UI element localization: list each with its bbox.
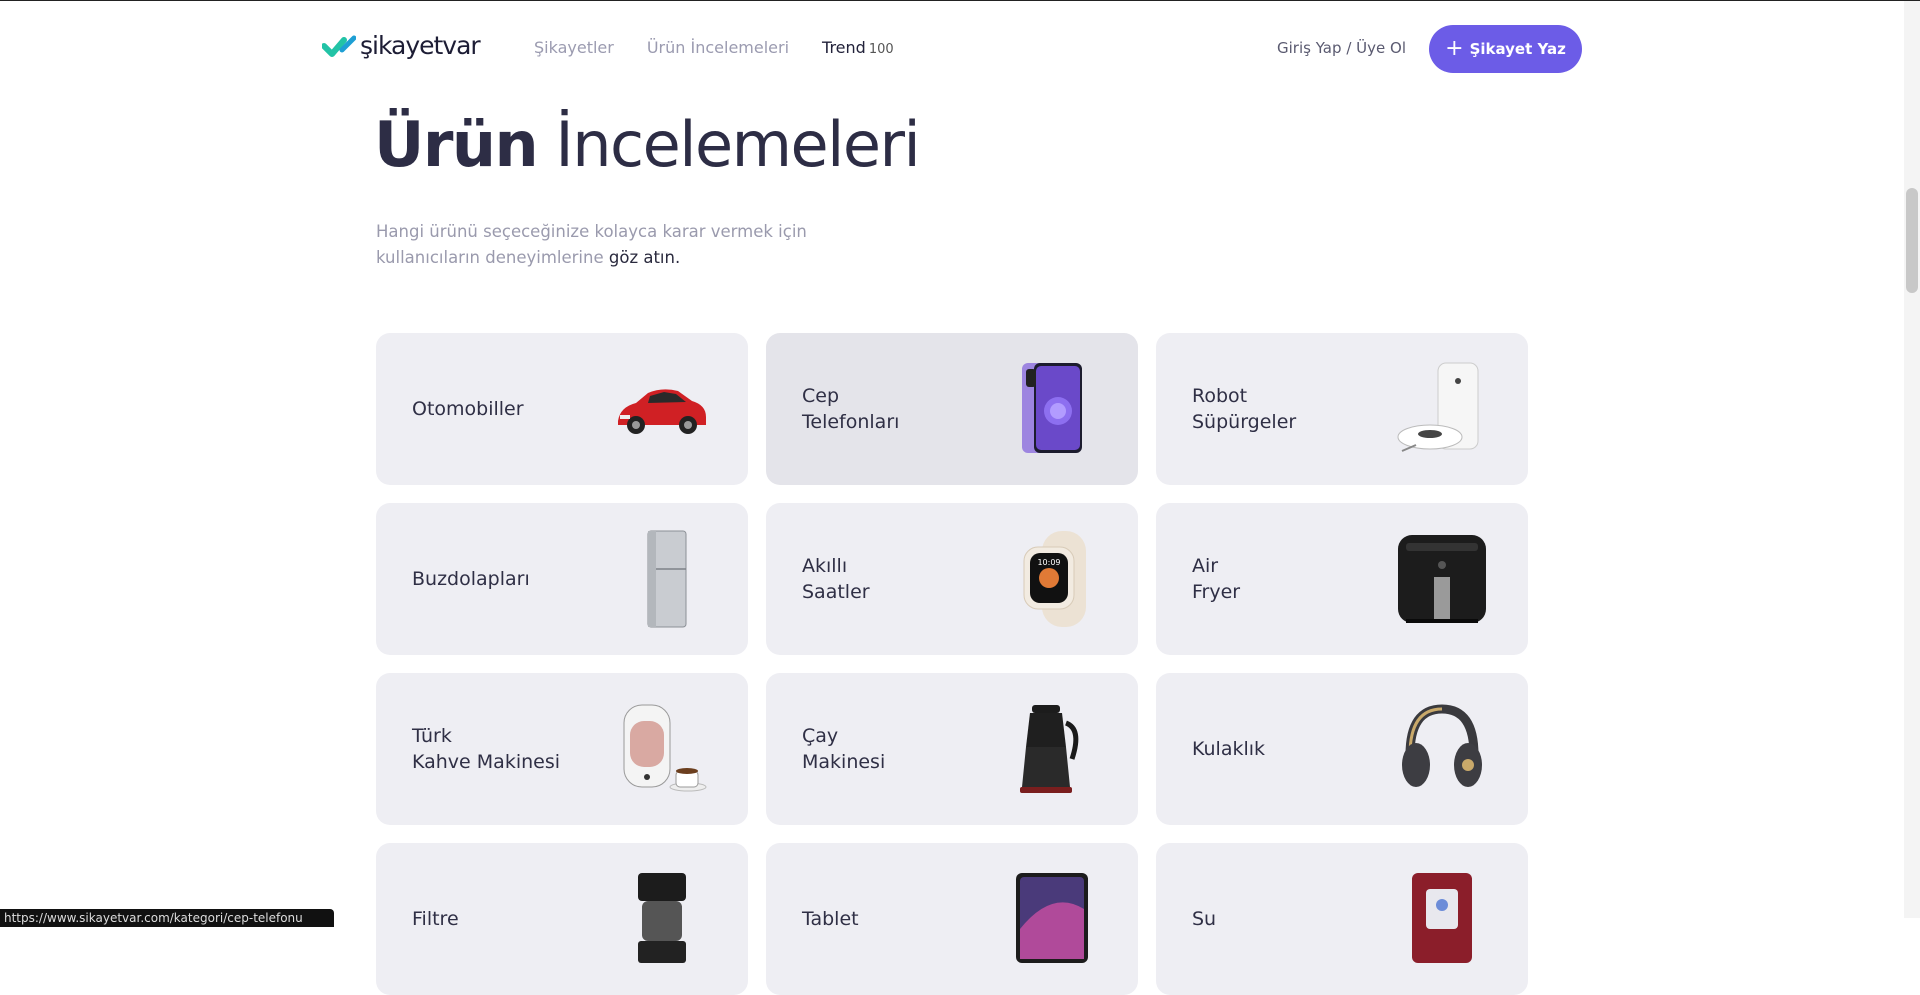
logo-text: şikayetvar (360, 31, 481, 60)
tea-maker-icon (1020, 705, 1079, 793)
smartphone-icon (1022, 363, 1082, 453)
smartwatch-icon: 10:09 (1023, 531, 1086, 627)
register-link[interactable]: Üye Ol (1356, 39, 1406, 57)
logo[interactable]: şikayetvar (322, 31, 481, 60)
category-card-robot-supurgeler[interactable]: Robot Süpürgeler (1156, 333, 1528, 485)
auth-separator: / (1346, 39, 1352, 57)
tablet-icon (1016, 873, 1088, 963)
category-label: Cep Telefonları (802, 385, 900, 433)
category-label: Otomobiller (412, 398, 524, 420)
page-subtitle: Hangi ürünü seçeceğinize kolayca karar v… (376, 219, 836, 271)
category-card-kulaklik[interactable]: Kulaklık (1156, 673, 1528, 825)
subtitle-dark: göz atın. (608, 248, 681, 267)
svg-text:10:09: 10:09 (1037, 558, 1060, 567)
category-card-akilli-saatler[interactable]: Akıllı Saatler 10:09 (766, 503, 1138, 655)
air-fryer-icon (1398, 535, 1486, 623)
water-dispenser-icon (1412, 873, 1472, 963)
write-complaint-button[interactable]: + Şikayet Yaz (1429, 25, 1582, 73)
category-card-cay-makinesi[interactable]: Çay Makinesi (766, 673, 1138, 825)
category-card-otomobiller[interactable]: Otomobiller (376, 333, 748, 485)
car-icon (618, 389, 706, 434)
category-label: Air Fryer (1192, 555, 1241, 603)
category-label: Robot Süpürgeler (1192, 385, 1297, 433)
login-link[interactable]: Giriş Yap (1277, 39, 1342, 57)
page-title: Ürün İncelemeleri (374, 108, 921, 181)
category-card-tablet[interactable]: Tablet (766, 843, 1138, 995)
category-label: Filtre (412, 908, 459, 930)
headphones-icon (1402, 704, 1482, 787)
scrollbar-thumb[interactable] (1906, 188, 1918, 293)
plus-icon: + (1445, 36, 1464, 61)
category-label: Kulaklık (1192, 738, 1266, 760)
category-label: Buzdolapları (412, 568, 530, 590)
nav-trend-count: 100 (868, 42, 894, 57)
subtitle-muted: Hangi ürünü seçeceğinize kolayca karar v… (376, 222, 807, 267)
main-nav: Şikayetler Ürün İncelemeleri Trend 100 (534, 38, 894, 57)
category-label: Çay Makinesi (802, 725, 886, 773)
category-card-su[interactable]: Su (1156, 843, 1528, 995)
refrigerator-icon (647, 530, 687, 628)
category-card-turk-kahve-makinesi[interactable]: Türk Kahve Makinesi (376, 673, 748, 825)
category-card-cep-telefonlari[interactable]: Cep Telefonları (766, 333, 1138, 485)
nav-trend[interactable]: Trend 100 (822, 38, 894, 57)
scrollbar-track[interactable] (1904, 1, 1920, 918)
write-complaint-label: Şikayet Yaz (1469, 40, 1566, 58)
auth-links: Giriş Yap / Üye Ol (1277, 39, 1406, 57)
site-header: şikayetvar Şikayetler Ürün İncelemeleri … (0, 1, 1904, 93)
category-label: Türk Kahve Makinesi (412, 725, 561, 773)
coffee-machine-icon (623, 704, 707, 792)
nav-product-reviews[interactable]: Ürün İncelemeleri (647, 38, 789, 57)
category-label: Su (1192, 908, 1217, 930)
category-card-buzdolaplari[interactable]: Buzdolapları (376, 503, 748, 655)
status-bar-url: https://www.sikayetvar.com/kategori/cep-… (0, 909, 334, 927)
nav-trend-label: Trend (822, 38, 866, 57)
filter-coffee-icon (638, 873, 686, 963)
page-title-rest: İncelemeleri (555, 108, 920, 181)
checkmark-logo-icon (322, 35, 356, 57)
page-title-bold: Ürün (374, 108, 539, 181)
robot-vacuum-icon (1397, 362, 1479, 452)
category-label: Akıllı Saatler (802, 555, 870, 603)
category-card-air-fryer[interactable]: Air Fryer (1156, 503, 1528, 655)
category-label: Tablet (802, 908, 859, 930)
category-grid: Otomobiller Cep Telefonları Robot Süpürg… (376, 333, 1528, 995)
nav-complaints[interactable]: Şikayetler (534, 38, 614, 57)
category-card-filtre[interactable]: Filtre (376, 843, 748, 995)
